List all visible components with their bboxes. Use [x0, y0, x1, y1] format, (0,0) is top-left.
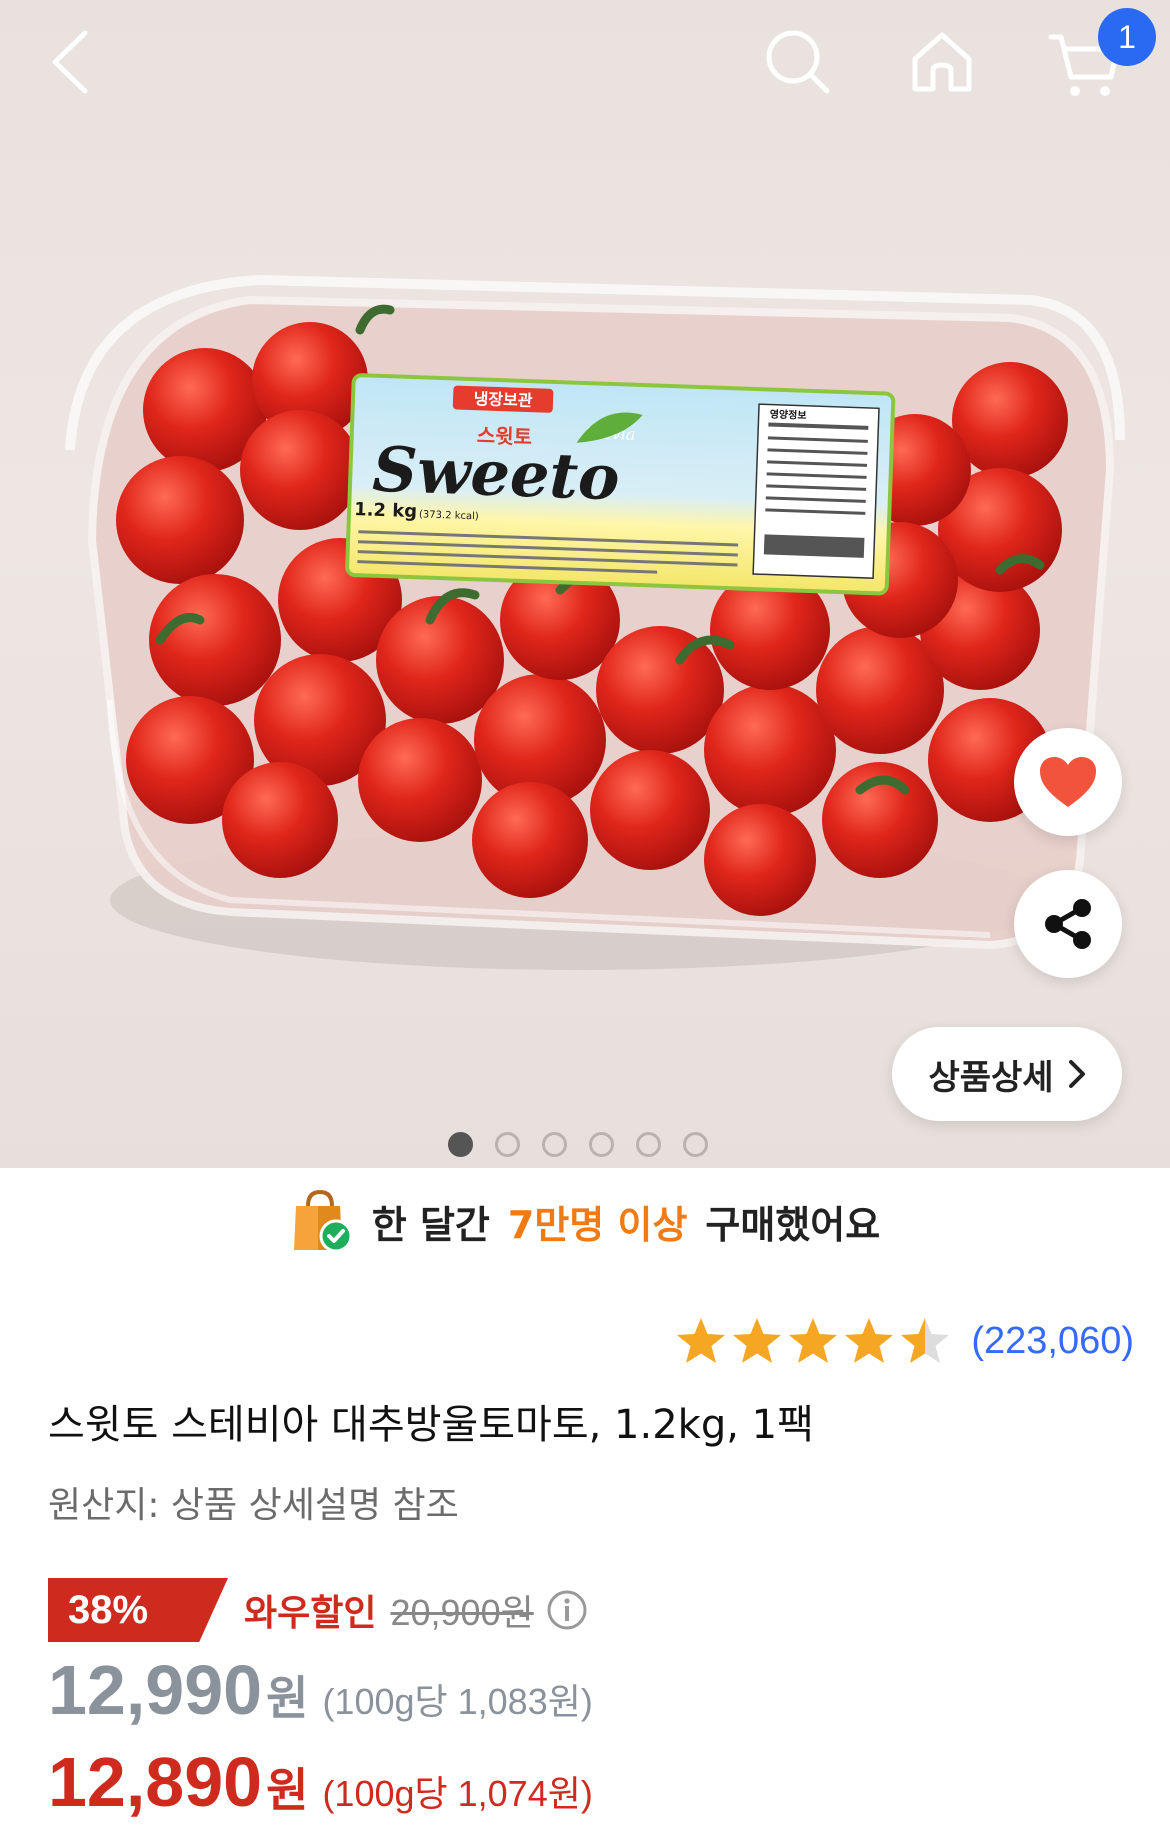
origin-info: 원산지: 상품 상세설명 참조 — [48, 1485, 459, 1526]
banner-suffix: 구매했어요 — [705, 1202, 881, 1247]
search-icon — [766, 30, 830, 94]
gallery-pagination — [448, 1132, 708, 1158]
top-navigation-bar: 1 — [0, 0, 1170, 130]
product-image-gallery[interactable]: 냉장보관 스윗토 Stevia Sweeto 1.2 kg (373.2 kca… — [0, 0, 1170, 1168]
shopping-bag-check-icon — [293, 1189, 353, 1253]
pagination-dot[interactable] — [542, 1132, 567, 1157]
star-icon — [733, 1318, 782, 1363]
product-title: 스윗토 스테비아 대추방울토마토, 1.2kg, 1팩 — [48, 1402, 814, 1448]
pagination-dot[interactable] — [636, 1132, 661, 1157]
banner-highlight: 7만명 이상 — [507, 1202, 688, 1247]
share-button[interactable] — [1014, 870, 1122, 978]
half-star-icon — [901, 1318, 950, 1363]
banner-prefix: 한 달간 — [371, 1202, 490, 1247]
sale-price-unit: 원 — [266, 1671, 309, 1725]
pagination-dot[interactable] — [589, 1132, 614, 1157]
cart-count-badge: 1 — [1098, 8, 1156, 66]
star-icon — [677, 1318, 726, 1363]
star-icon — [789, 1318, 838, 1363]
wow-price-row: 12,890 원 (100g당 1,074원) — [48, 1742, 593, 1822]
sale-price-row: 12,990 원 (100g당 1,083원) — [48, 1650, 593, 1730]
discount-row: 38% 와우할인 20,900원 — [48, 1578, 588, 1642]
product-photo: 냉장보관 스윗토 Stevia Sweeto 1.2 kg (373.2 kca… — [65, 274, 1125, 970]
wow-price-unit: 원 — [266, 1763, 309, 1817]
wow-discount-label: 와우할인 — [244, 1593, 377, 1634]
home-icon — [912, 32, 972, 92]
product-detail-button[interactable]: 상품상세 — [892, 1027, 1122, 1121]
chevron-left-icon — [52, 30, 88, 94]
label-storage: 냉장보관 — [473, 389, 533, 410]
search-button[interactable] — [750, 14, 846, 110]
pagination-dot[interactable] — [448, 1132, 473, 1157]
rating-summary[interactable]: (223,060) — [675, 1316, 1134, 1366]
wow-price: 12,890 — [48, 1743, 263, 1821]
label-kcal: (373.2 kcal) — [419, 509, 479, 522]
review-count[interactable]: (223,060) — [971, 1320, 1134, 1363]
share-icon — [1045, 899, 1091, 949]
label-nutrition: 영양정보 — [770, 407, 807, 421]
label-weight: 1.2 kg — [354, 499, 418, 522]
pagination-dot[interactable] — [683, 1132, 708, 1157]
discount-percent-badge: 38% — [48, 1578, 228, 1642]
sale-price: 12,990 — [48, 1651, 263, 1729]
chevron-right-icon — [1068, 1060, 1085, 1088]
wow-unit-price: (100g당 1,074원) — [322, 1773, 593, 1814]
product-detail-label: 상품상세 — [928, 1057, 1054, 1098]
unit-price: (100g당 1,083원) — [322, 1681, 593, 1722]
pagination-dot[interactable] — [495, 1132, 520, 1157]
favorite-button[interactable] — [1014, 728, 1122, 836]
back-button[interactable] — [22, 14, 118, 110]
heart-icon — [1040, 757, 1096, 807]
info-icon[interactable] — [546, 1589, 588, 1631]
home-button[interactable] — [894, 14, 990, 110]
original-price: 20,900원 — [390, 1592, 534, 1633]
star-icon — [845, 1318, 894, 1363]
purchase-count-banner: 한 달간 7만명 이상 구매했어요 — [0, 1188, 1170, 1254]
